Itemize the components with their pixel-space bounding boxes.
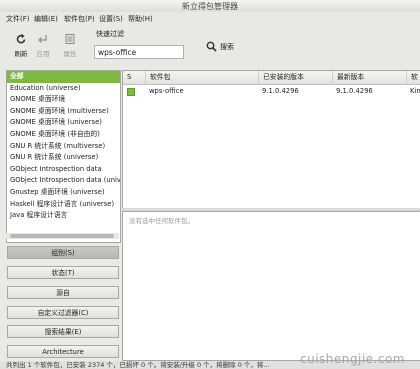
scrollbar-thumb[interactable]: [10, 234, 114, 238]
groups-button[interactable]: 组别(S): [7, 246, 119, 259]
apply-button[interactable]: 应用: [32, 29, 54, 61]
search-results-button[interactable]: 搜索结果(E): [7, 325, 119, 338]
search-icon: [206, 41, 217, 52]
menu-file[interactable]: 文件(F): [6, 14, 30, 24]
table-header: S 软件包 已安装的版本 最新版本 软: [123, 71, 420, 85]
toolbar: 刷新 应用 属性 快速过滤 搜索: [0, 25, 420, 65]
table-row[interactable]: wps-office 9.1.0.4296 9.1.0.4296 Kin: [123, 85, 420, 97]
section-item[interactable]: GObject Introspection data (univ: [7, 175, 120, 187]
column-status[interactable]: S: [123, 71, 145, 84]
column-package[interactable]: 软件包: [145, 71, 258, 84]
cell-extra: Kin: [410, 87, 420, 95]
section-item[interactable]: GNU R 统计系统 (universe): [7, 152, 120, 164]
properties-label: 属性: [63, 50, 77, 58]
section-item[interactable]: GNU R 统计系统 (multiverse): [7, 141, 120, 153]
apply-label: 应用: [36, 50, 50, 58]
section-item[interactable]: GObject Introspection data: [7, 164, 120, 176]
section-item[interactable]: GNOME 桌面环境 (multiverse): [7, 106, 120, 118]
section-item[interactable]: GNOME 桌面环境 (universe): [7, 117, 120, 129]
menu-package[interactable]: 软件包(P): [64, 14, 95, 24]
reload-button[interactable]: 刷新: [10, 29, 32, 61]
quick-filter-input[interactable]: [94, 45, 184, 59]
description-panel: 没有选中任何软件包。: [122, 211, 420, 361]
search-button[interactable]: 搜索: [204, 39, 244, 55]
section-item[interactable]: Java 程序设计语言: [7, 210, 120, 222]
reload-label: 刷新: [14, 50, 28, 58]
menu-settings[interactable]: 设置(S): [99, 14, 123, 24]
cell-package: wps-office: [149, 87, 184, 95]
column-extra[interactable]: 软: [406, 71, 420, 84]
section-item[interactable]: GNOME 桌面环境: [7, 94, 120, 106]
section-item[interactable]: Gnustep 桌面环境 (universe): [7, 187, 120, 199]
watermark: cuishengjie.com: [300, 352, 405, 366]
search-label: 搜索: [220, 43, 234, 51]
origin-button[interactable]: 源自: [7, 286, 119, 299]
installed-status-icon[interactable]: [127, 88, 135, 96]
custom-filters-button[interactable]: 自定义过滤器(C): [7, 306, 119, 319]
menu-help[interactable]: 帮助(H): [128, 14, 153, 24]
section-item[interactable]: Education (universe): [7, 83, 120, 95]
column-latest-version[interactable]: 最新版本: [332, 71, 406, 84]
section-list-scrollbar[interactable]: [6, 233, 119, 239]
menu-edit[interactable]: 编辑(E): [34, 14, 58, 24]
menu-bar: 文件(F) 编辑(E) 软件包(P) 设置(S) 帮助(H): [0, 12, 420, 25]
status-button[interactable]: 状态(T): [7, 266, 119, 279]
architecture-button[interactable]: Architecture: [7, 345, 119, 358]
reload-icon: [16, 33, 26, 44]
section-item[interactable]: Haskell 程序设计语言 (universe): [7, 199, 120, 211]
window-title: 新立得包管理器: [182, 2, 238, 11]
column-installed-version[interactable]: 已安装的版本: [258, 71, 332, 84]
cell-installed-version: 9.1.0.4296: [262, 87, 299, 95]
properties-button[interactable]: 属性: [59, 29, 81, 61]
section-item[interactable]: GNOME 桌面环境 (非自由的): [7, 129, 120, 141]
no-package-selected-text: 没有选中任何软件包。: [129, 217, 194, 225]
apply-icon: [37, 35, 47, 44]
package-table: S 软件包 已安装的版本 最新版本 软 wps-office 9.1.0.429…: [122, 70, 420, 210]
quick-filter-label: 快速过滤: [96, 30, 124, 38]
section-list: 全部 Education (universe) GNOME 桌面环境 GNOME…: [6, 70, 121, 243]
properties-icon: [65, 34, 75, 44]
cell-latest-version: 9.1.0.4296: [336, 87, 373, 95]
section-item-all[interactable]: 全部: [7, 71, 120, 83]
